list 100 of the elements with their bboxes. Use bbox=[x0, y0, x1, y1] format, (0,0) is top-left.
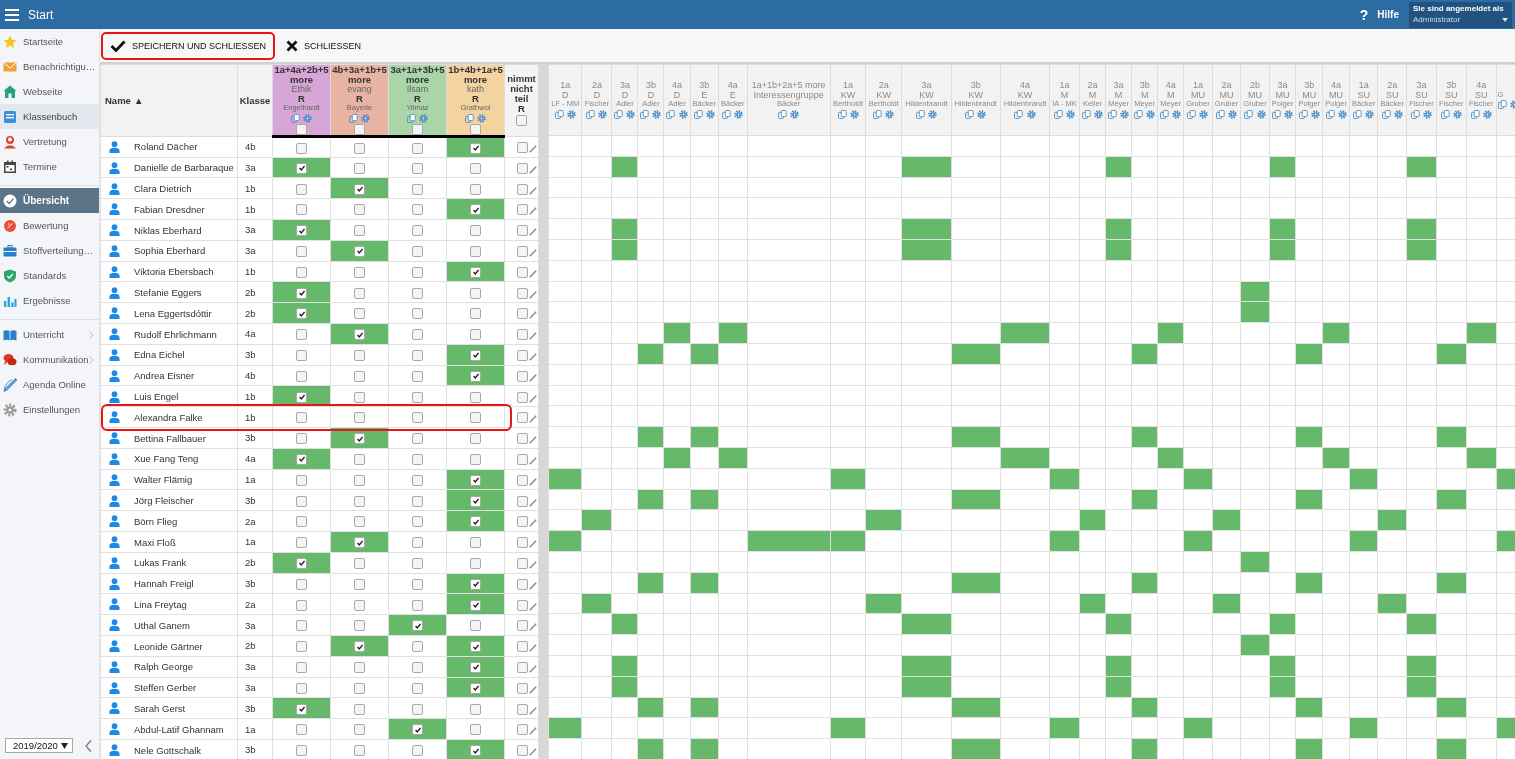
table-cell: 1b bbox=[237, 406, 273, 428]
type-label: R bbox=[413, 94, 422, 105]
subject-label: MU bbox=[1247, 90, 1263, 101]
table-cell: 2b bbox=[237, 302, 273, 324]
subject-label: D bbox=[592, 90, 602, 101]
subject-label: KW bbox=[875, 90, 893, 101]
table-cell: 3a bbox=[237, 656, 273, 678]
class-label: 3b bbox=[644, 81, 657, 91]
subject-label: Ilsam bbox=[405, 84, 430, 95]
subject-label: KW bbox=[918, 90, 935, 101]
type-label: R bbox=[356, 94, 363, 105]
sidebar-item[interactable]: Unterricht bbox=[0, 322, 99, 347]
class-label: 4a bbox=[670, 81, 683, 91]
user-menu[interactable]: Sie sind angemeldet als Administrator bbox=[1409, 1, 1512, 28]
class-list: 4b+3a+1b+5 more bbox=[332, 65, 387, 85]
save-button[interactable]: SPEICHERN UND SCHLIESSEN bbox=[101, 31, 276, 60]
close-button[interactable]: SCHLIESSEN bbox=[277, 31, 371, 60]
table-cell: 2a bbox=[237, 510, 273, 532]
subject-label: D bbox=[672, 90, 682, 101]
subject-label: D bbox=[620, 90, 630, 101]
user-caption: Sie sind angemeldet als bbox=[1413, 3, 1505, 13]
class-label: 2a bbox=[1086, 81, 1099, 91]
student-name[interactable]: Lina Freytag bbox=[134, 599, 187, 610]
subject-label: Ethik bbox=[290, 84, 313, 95]
column-header[interactable]: Name ▲ bbox=[100, 64, 238, 137]
sidebar-item[interactable]: Übersicht bbox=[0, 188, 99, 213]
subject-label: M bbox=[1059, 90, 1070, 101]
subject-label: SU bbox=[1384, 90, 1400, 101]
subject-label: MU bbox=[1274, 90, 1291, 101]
subject-label: D bbox=[646, 90, 656, 101]
sidebar-item[interactable]: Standards bbox=[0, 263, 99, 288]
table-cell: 1a bbox=[237, 718, 273, 740]
subject-label: D bbox=[561, 90, 570, 101]
class-label: 2a bbox=[877, 81, 890, 91]
table-cell: 3a bbox=[237, 157, 273, 178]
class-label: 1a bbox=[842, 81, 855, 91]
subject-label: MU bbox=[1218, 90, 1235, 101]
class-label: 3b bbox=[1445, 81, 1458, 91]
class-list: 1a+4a+2b+5 more bbox=[274, 65, 329, 85]
sidebar-item[interactable]: Kommunikation bbox=[0, 347, 99, 372]
sidebar-item[interactable]: Startseite bbox=[0, 29, 99, 54]
class-label: 3a bbox=[618, 81, 631, 91]
sidebar-item[interactable]: Termine bbox=[0, 154, 99, 179]
table-cell: 3b bbox=[237, 697, 273, 719]
subject-label: KW bbox=[839, 90, 857, 101]
table-cell: 3b bbox=[237, 489, 273, 511]
class-label: 1a bbox=[1357, 81, 1370, 91]
table-cell: 2a bbox=[237, 593, 273, 615]
sidebar-item[interactable]: Klassenbuch bbox=[0, 104, 99, 129]
sidebar-item[interactable]: Benachrichtigu… bbox=[0, 54, 99, 79]
table-cell: 1a bbox=[237, 469, 273, 490]
table-cell: 2b bbox=[237, 635, 273, 657]
class-label: 3a bbox=[1112, 81, 1125, 91]
class-label: 4a bbox=[726, 81, 739, 91]
type-label: R bbox=[517, 104, 526, 115]
help-icon[interactable]: ? bbox=[1359, 6, 1369, 23]
student-name[interactable]: Maxi Floß bbox=[134, 536, 176, 548]
table-cell: 2b bbox=[237, 552, 273, 574]
year-dropdown[interactable]: 2019/2020 bbox=[5, 738, 73, 753]
subject-label: M bbox=[1165, 90, 1176, 101]
class-list: 3a+1a+3b+5 more bbox=[390, 65, 445, 85]
help-link[interactable]: Hilfe bbox=[1377, 9, 1399, 20]
subject-label: KW bbox=[1016, 90, 1034, 101]
table-cell: 3a bbox=[237, 677, 273, 698]
column-header[interactable]: Klasse bbox=[237, 64, 273, 137]
sidebar-item[interactable]: Webseite bbox=[0, 79, 99, 104]
table-cell: 1a bbox=[237, 531, 273, 553]
sort-indicator: ▲ bbox=[133, 94, 144, 106]
table-cell: 1b bbox=[237, 198, 273, 220]
student-name[interactable]: Börn Flieg bbox=[134, 515, 178, 527]
class-label: 2a bbox=[590, 81, 603, 91]
page-title: Start bbox=[28, 7, 54, 22]
class-label: 4a bbox=[1475, 81, 1488, 91]
table-cell: 4b bbox=[237, 136, 273, 158]
table-cell: 3a bbox=[237, 240, 273, 262]
table-cell: 1b bbox=[237, 261, 273, 282]
table-cell: 4a bbox=[237, 448, 273, 470]
class-label: 3b bbox=[1138, 81, 1151, 91]
subject-label: evang bbox=[346, 84, 373, 95]
sidebar-item[interactable]: Stoffverteilung… bbox=[0, 238, 99, 263]
subject-label: kath bbox=[466, 84, 485, 95]
class-list: 1b+4b+1a+5 more bbox=[448, 65, 503, 85]
subject-label: MU bbox=[1189, 90, 1206, 101]
subject-label: KW bbox=[967, 90, 984, 101]
student-name[interactable]: Luis Engel bbox=[134, 391, 179, 402]
class-label: 1a bbox=[559, 81, 572, 91]
column-label: nimmt nicht teil bbox=[506, 74, 537, 105]
class-label: 3a bbox=[920, 81, 933, 91]
sidebar-item[interactable]: Bewertung bbox=[0, 213, 99, 238]
table-cell: 3b bbox=[237, 344, 273, 366]
sidebar-item[interactable]: Ergebnisse bbox=[0, 288, 99, 313]
type-label: R bbox=[471, 94, 480, 105]
subject-label: Interessengruppe bbox=[752, 90, 825, 100]
class-label: 4a bbox=[1164, 81, 1177, 91]
class-label: 2b bbox=[1249, 81, 1261, 91]
sidebar-item[interactable]: Einstellungen bbox=[0, 397, 99, 422]
sidebar-item[interactable]: Vertretung bbox=[0, 129, 99, 154]
subject-label: M bbox=[1113, 90, 1124, 101]
table-cell: 3b bbox=[237, 427, 273, 449]
sidebar-item[interactable]: Agenda Online bbox=[0, 372, 99, 397]
